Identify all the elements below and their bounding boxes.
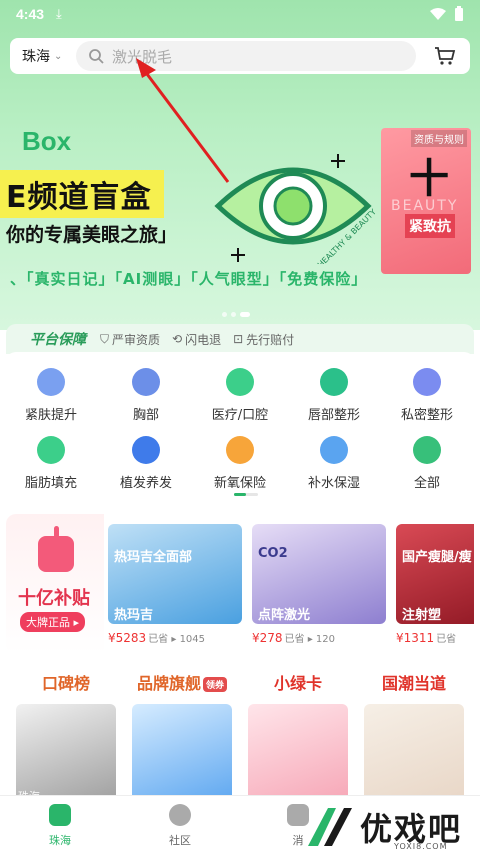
shield-icon: ⛉	[100, 331, 110, 346]
wifi-icon	[430, 8, 446, 20]
platform-guarantee-bar[interactable]: 平台保障 ⛉ 严审资质 ⟲ 闪电退 ⊡ 先行赔付	[6, 324, 474, 354]
category-grid: 紧肤提升 胸部 医疗/口腔 唇部整形 私密整形 脂肪填充 植发养发 新氧保险 补…	[6, 352, 474, 508]
page-dot	[231, 312, 236, 317]
eye-icon: HEALTHY & BEAUTY	[214, 154, 378, 264]
product-price: ¥1311	[396, 631, 435, 645]
banner-title: E频道盲盒	[0, 170, 164, 218]
hair-icon	[132, 436, 160, 464]
brand-card[interactable]: 小绿卡	[248, 670, 348, 800]
category-item[interactable]: 补水保湿	[289, 436, 379, 491]
gift-icon	[38, 526, 74, 572]
city-label: 珠海	[22, 49, 50, 65]
heart-icon	[413, 368, 441, 396]
category-item[interactable]: 私密整形	[382, 368, 472, 423]
brand-image	[16, 704, 116, 800]
search-input[interactable]: 激光脱毛	[76, 41, 416, 71]
promo-banner[interactable]: Box E频道盲盒 你的专属美眼之旅」 、「真实日记」「AI测眼」「人气眼型」「…	[0, 118, 480, 308]
product-card[interactable]: 热玛吉全面部 热玛吉 ¥5283 已省 ▸ 1045	[108, 524, 242, 645]
page-dot-active	[240, 312, 250, 317]
subsidy-title: 十亿补贴	[18, 588, 90, 609]
brand-label: 口碑榜	[41, 674, 90, 693]
watermark-logo-icon	[308, 808, 352, 846]
side-card-big-text: 十	[409, 156, 449, 202]
search-icon	[89, 49, 104, 64]
product-sold: 已省 ▸ 120	[284, 634, 336, 645]
chest-icon	[132, 368, 160, 396]
compensation-icon: ⊡	[233, 332, 244, 346]
category-item[interactable]: 胸部	[101, 368, 191, 423]
banner-tags: 、「真实日记」「AI测眼」「人气眼型」「免费保险」	[10, 270, 368, 288]
status-time: 4:43	[16, 6, 45, 22]
category-item[interactable]: 唇部整形	[289, 368, 379, 423]
product-card[interactable]: 国产瘦腿/瘦 注射塑 ¥1311 已省	[396, 524, 474, 645]
banner-pagination	[222, 312, 250, 317]
brand-label: 品牌旗舰	[136, 674, 201, 693]
product-price: ¥278	[252, 631, 283, 645]
brand-label: 国潮当道	[381, 674, 446, 693]
product-image: CO2 点阵激光	[252, 524, 386, 624]
umbrella-icon	[226, 436, 254, 464]
battery-icon	[455, 6, 463, 21]
search-placeholder: 激光脱毛	[112, 47, 173, 66]
page-dot	[222, 312, 227, 317]
next-banner-card[interactable]: 资质与规则 十 BEAUTY 紧致抗	[381, 128, 471, 274]
top-header: 珠海 ⌄ 激光脱毛	[10, 38, 470, 74]
community-icon	[169, 804, 191, 826]
brand-image	[248, 704, 348, 800]
tab-home[interactable]: 珠海	[20, 804, 100, 848]
brand-label: 小绿卡	[273, 674, 322, 693]
brand-card[interactable]: 国潮当道	[364, 670, 464, 800]
side-card-firm-text: 紧致抗	[405, 214, 455, 238]
refund-icon: ⟲	[172, 332, 183, 346]
subsidy-entry[interactable]: 十亿补贴 大牌正品 ▸	[6, 514, 104, 654]
guarantee-item: ⊡ 先行赔付	[233, 332, 295, 347]
guarantee-title: 平台保障	[30, 332, 86, 348]
guarantee-item: ⛉ 严审资质	[100, 331, 161, 347]
banner-box-label: Box	[22, 126, 72, 156]
status-bar: 4:43 ⤓	[0, 0, 480, 28]
tightening-icon	[37, 368, 65, 396]
moisture-icon	[320, 436, 348, 464]
city-selector[interactable]: 珠海 ⌄	[10, 46, 76, 66]
category-scroll-indicator	[234, 493, 258, 496]
medical-icon	[226, 368, 254, 396]
brand-image	[132, 704, 232, 800]
tab-community[interactable]: 社区	[140, 804, 220, 848]
category-item[interactable]: 医疗/口腔	[195, 368, 285, 423]
droplet-icon	[37, 436, 65, 464]
product-price: ¥5283	[108, 631, 147, 645]
grid-icon	[413, 436, 441, 464]
chevron-down-icon: ⌄	[54, 50, 63, 62]
product-image: 热玛吉全面部 热玛吉	[108, 524, 242, 624]
product-card[interactable]: CO2 点阵激光 ¥278 已省 ▸ 120	[252, 524, 386, 645]
brand-section: 口碑榜 珠海 品牌旗舰领券 小绿卡 国潮当道	[6, 660, 474, 800]
product-sold: 已省	[436, 634, 457, 645]
category-item[interactable]: 紧肤提升	[6, 368, 96, 423]
guarantee-item: ⟲ 闪电退	[172, 332, 222, 347]
home-icon	[49, 804, 71, 826]
lips-icon	[320, 368, 348, 396]
coupon-badge: 领券	[203, 677, 228, 692]
cart-icon[interactable]	[434, 46, 456, 66]
brand-card[interactable]: 品牌旗舰 领券	[132, 670, 232, 800]
brand-card[interactable]: 口碑榜	[16, 670, 116, 800]
category-item[interactable]: 植发养发	[101, 436, 191, 491]
subsidy-section: 十亿补贴 大牌正品 ▸ 热玛吉全面部 热玛吉 ¥5283 已省 ▸ 1045 CO…	[6, 514, 474, 654]
side-card-faded-text: BEAUTY	[391, 198, 459, 214]
subsidy-tag: 大牌正品 ▸	[20, 612, 86, 632]
watermark-url: YOXI8.COM	[394, 842, 448, 851]
brand-image	[364, 704, 464, 800]
site-watermark: 优戏吧 YOXI8.COM	[298, 800, 480, 855]
qualification-link[interactable]: 资质与规则	[411, 130, 467, 147]
product-image: 国产瘦腿/瘦 注射塑	[396, 524, 474, 624]
download-icon: ⤓	[56, 6, 62, 22]
category-item[interactable]: 全部	[382, 436, 472, 491]
banner-subtitle: 你的专属美眼之旅」	[6, 224, 178, 246]
category-item[interactable]: 脂肪填充	[6, 436, 96, 491]
product-sold: 已省 ▸ 1045	[148, 634, 206, 645]
category-item[interactable]: 新氧保险	[195, 436, 285, 491]
